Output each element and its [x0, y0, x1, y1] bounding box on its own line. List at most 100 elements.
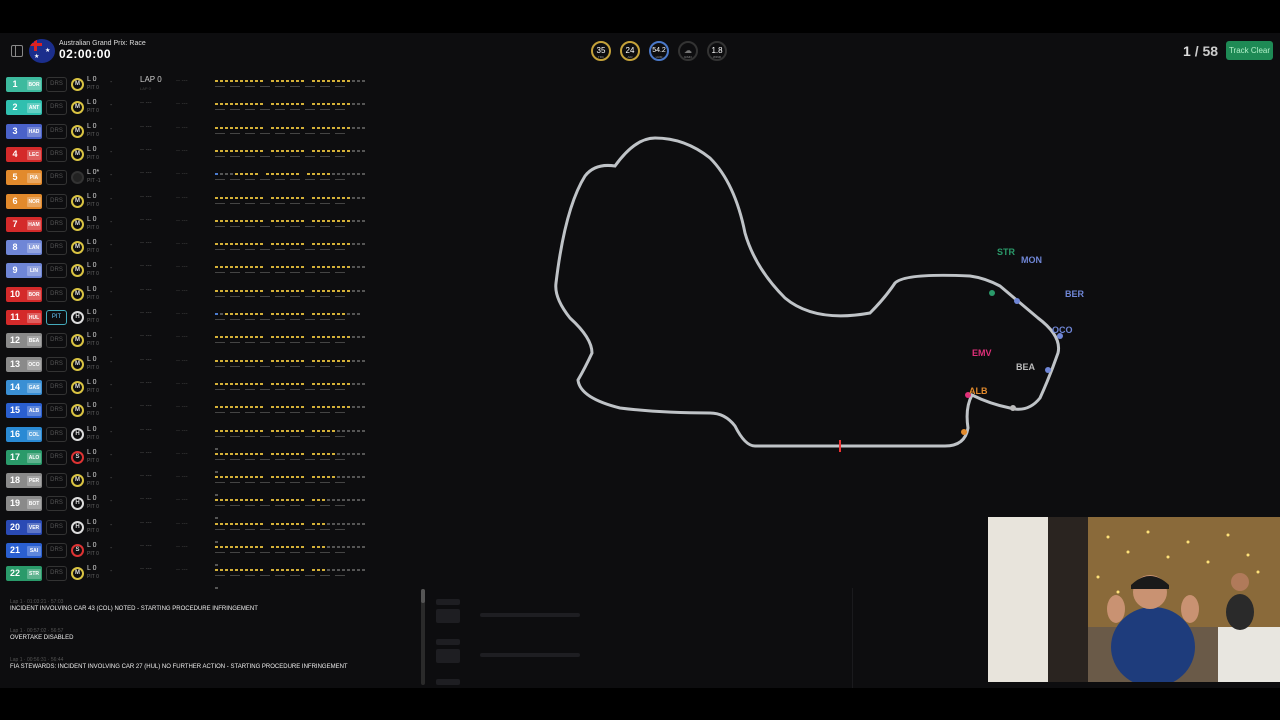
driver-row[interactable]: 14 GAS DRS M L 0 PIT 0 - -- --- -- ---	[0, 376, 370, 399]
track-outline	[554, 136, 1061, 448]
rain-label: RAIN	[684, 55, 692, 59]
driver-row[interactable]: 8 LAN DRS M L 0 PIT 0 - -- --- -- ---	[0, 236, 370, 259]
leader-gap: -- ---	[140, 449, 152, 456]
interval: -- ---	[176, 544, 188, 550]
track-temp-gauge: 35 TRC	[591, 41, 611, 61]
scroll-thumb[interactable]	[421, 589, 425, 603]
driver-row[interactable]: 3 HAD DRS M L 0 PIT 0 - -- --- -- ---	[0, 120, 370, 143]
driver-row[interactable]: 19 BOT DRS H L 0 PIT 0 - -- --- -- ---	[0, 492, 370, 520]
position-number: 13	[9, 358, 20, 369]
air-temp-label: AIR	[627, 55, 633, 59]
leader-gap: -- ---	[140, 403, 152, 410]
pit-count: PIT 0	[87, 224, 99, 231]
driver-row[interactable]: 7 HAM DRS M L 0 PIT 0 - -- --- -- ---	[0, 213, 370, 236]
driver-row[interactable]: 17 ALO DRS S L 0 PIT 0 - -- --- -- ---	[0, 446, 370, 473]
driver-code: VER	[27, 522, 41, 533]
drs-indicator: DRS	[46, 496, 67, 512]
driver-row[interactable]: 22 STR DRS M L 0 PIT 0 - -- --- -- ---	[0, 562, 370, 590]
driver-row[interactable]: 12 BEA DRS M L 0 PIT 0 - -- --- -- ---	[0, 329, 370, 352]
position-number: 9	[12, 265, 18, 276]
position-change: -	[110, 545, 113, 552]
position-tag: 9 LIN	[6, 263, 42, 279]
car-dot-mon	[1014, 298, 1020, 304]
tyre-compound-icon: M	[71, 357, 84, 371]
drs-indicator: DRS	[46, 123, 67, 139]
driver-code: PER	[27, 476, 41, 487]
drs-indicator: DRS	[46, 216, 67, 232]
position-number: 1	[12, 79, 18, 89]
driver-code: HUL	[27, 313, 41, 323]
driver-row[interactable]: 1 BOR DRS M L 0 PIT 0 - LAP 0 LAP 0 -- ---	[0, 73, 370, 96]
leader-gap: -- ---	[140, 379, 152, 386]
message-text: INCIDENT INVOLVING CAR 43 (COL) NOTED - …	[10, 606, 258, 612]
interval: -- ---	[176, 567, 188, 574]
position-tag: 13 OCO	[6, 356, 42, 372]
driver-row[interactable]: 21 SAI DRS S L 0 PIT 0 - -- --- -- ---	[0, 539, 370, 566]
lap-count: L 0	[87, 425, 97, 433]
lap-count: L 0	[87, 518, 97, 526]
driver-code: BEA	[27, 336, 41, 347]
position-number: 18	[9, 475, 20, 486]
driver-row[interactable]: 10 BOR DRS M L 0 PIT 0 - -- --- -- ---	[0, 283, 370, 306]
driver-row[interactable]: 9 LIN DRS M L 0 PIT 0 - -- --- -- ---	[0, 259, 370, 282]
panel-divider	[852, 588, 853, 688]
driver-row[interactable]: 6 NOR DRS M L 0 PIT 0 - -- --- -- ---	[0, 190, 370, 213]
position-number: 2	[12, 102, 18, 113]
race-control-message: Lap 1 · 00:56:31 · 56:44 FIA STEWARDS: I…	[10, 657, 348, 670]
mini-sectors	[215, 196, 367, 200]
position-tag: 14 GAS	[6, 379, 42, 395]
sidebar-toggle-icon[interactable]	[11, 45, 23, 57]
tyre-compound-icon: M	[71, 264, 84, 278]
leader-gap: -- ---	[140, 543, 152, 549]
position-change: -	[110, 288, 113, 296]
position-tag: 20 VER	[6, 519, 42, 535]
radio-skeleton	[480, 653, 580, 657]
pit-count: PIT -1	[87, 178, 101, 185]
lap-count: L 0	[87, 448, 97, 456]
mini-sectors	[215, 546, 370, 566]
mini-sectors	[215, 476, 370, 497]
driver-row[interactable]: 20 VER DRS H L 0 PIT 0 - -- --- -- ---	[0, 516, 370, 543]
position-tag: 5 PIA	[6, 170, 42, 186]
position-number: 17	[9, 451, 20, 462]
driver-row[interactable]: 13 OCO DRS M L 0 PIT 0 - -- --- -- ---	[0, 353, 370, 376]
map-label-mon: MON	[1021, 255, 1042, 265]
race-control-scrollbar[interactable]	[421, 589, 425, 685]
map-label-bea: BEA	[1016, 362, 1036, 372]
interval: -- ---	[176, 474, 188, 481]
position-change: -	[110, 218, 113, 226]
position-tag: 15 ALB	[6, 403, 42, 419]
position-tag: 16 COL	[6, 426, 42, 442]
drs-indicator: DRS	[46, 170, 67, 186]
air-temp-gauge: 24 AIR	[620, 41, 640, 61]
drs-indicator: DRS	[46, 379, 67, 395]
position-change: -	[110, 125, 113, 133]
driver-row[interactable]: 18 PER DRS M L 0 PIT 0 - -- --- -- ---	[0, 469, 370, 497]
radio-skeleton	[480, 613, 580, 617]
leader-gap: -- ---	[140, 426, 152, 433]
driver-row[interactable]: 11 HUL PIT H L 0 PIT 0 - -- --- -- ---	[0, 306, 370, 329]
driver-row[interactable]: 2 ANT DRS M L 0 PIT 0 - -- --- -- ---	[0, 96, 370, 119]
tyre-compound-icon: S	[71, 450, 84, 464]
pit-count: PIT 0	[87, 457, 99, 464]
driver-row[interactable]: 16 COL DRS H L 0 PIT 0 - -- --- -- ---	[0, 423, 370, 450]
interval: -- ---	[176, 147, 188, 154]
drs-indicator: DRS	[46, 77, 67, 92]
tyre-compound-icon: M	[71, 217, 84, 231]
driver-row[interactable]: 15 ALB DRS M L 0 PIT 0 - -- --- -- ---	[0, 399, 370, 422]
driver-row[interactable]: 4 LEC DRS M L 0 PIT 0 - -- --- -- ---	[0, 143, 370, 166]
interval: -- ---	[176, 217, 188, 224]
position-change: -	[110, 148, 113, 156]
lap-count: L 0	[87, 262, 97, 270]
position-change: -	[110, 102, 113, 110]
driver-code: ALB	[27, 406, 41, 417]
position-change: -	[110, 242, 113, 250]
pit-count: PIT 0	[87, 85, 99, 91]
radio-skeleton	[436, 639, 460, 645]
driver-row[interactable]: 5 PIA DRS L 0* PIT -1 - -- --- -- ---	[0, 166, 370, 189]
position-change: -	[110, 475, 113, 483]
position-tag: 21 SAI	[6, 543, 42, 558]
position-change: -	[110, 521, 113, 529]
mini-sectors	[215, 126, 367, 130]
message-text: OVERTAKE DISABLED	[10, 635, 74, 641]
